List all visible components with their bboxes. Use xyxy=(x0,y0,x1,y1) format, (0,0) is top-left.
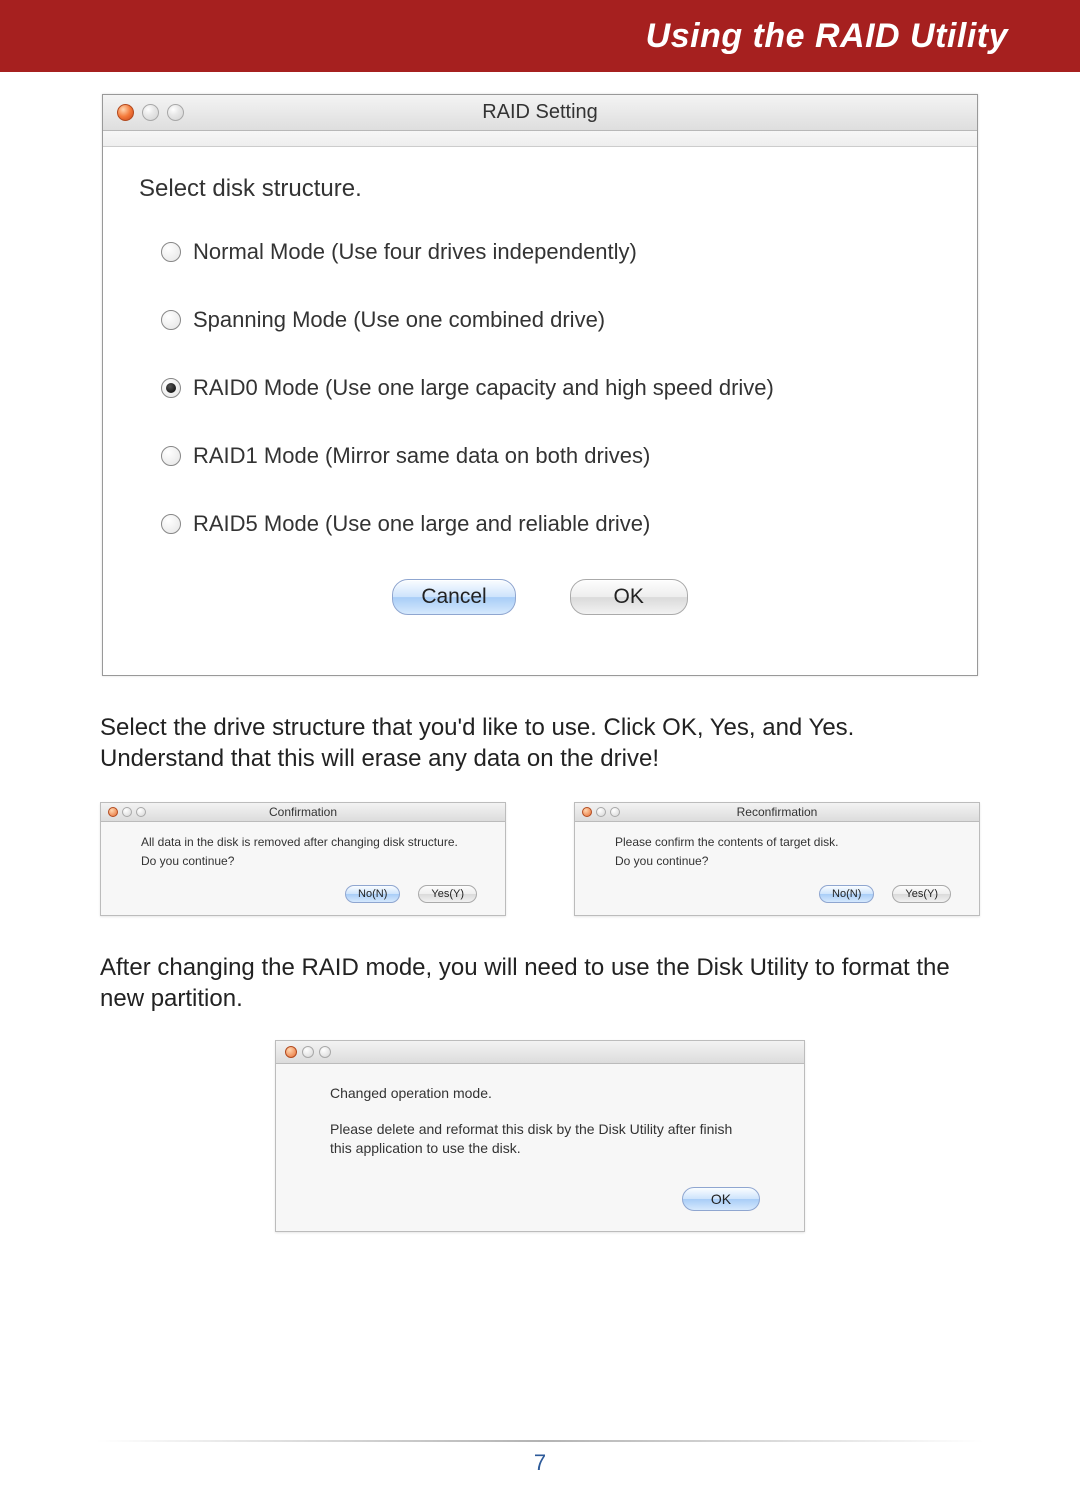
dialog-buttons: OK xyxy=(276,1169,804,1231)
radio-icon[interactable] xyxy=(161,242,181,262)
yes-button[interactable]: Yes(Y) xyxy=(892,885,951,903)
dialog-title: Confirmation xyxy=(101,805,505,819)
final-dialog-wrap: Changed operation mode. Please delete an… xyxy=(0,1040,1080,1232)
traffic-lights xyxy=(285,1046,331,1058)
option-raid1-mode[interactable]: RAID1 Mode (Mirror same data on both dri… xyxy=(161,443,941,469)
option-spanning-mode[interactable]: Spanning Mode (Use one combined drive) xyxy=(161,307,941,333)
minimize-icon[interactable] xyxy=(302,1046,314,1058)
option-label: RAID5 Mode (Use one large and reliable d… xyxy=(193,511,650,537)
option-label: Spanning Mode (Use one combined drive) xyxy=(193,307,605,333)
radio-icon[interactable] xyxy=(161,446,181,466)
dialog-text: Please confirm the contents of target di… xyxy=(615,834,955,850)
page-header: Using the RAID Utility xyxy=(0,0,1080,72)
raid-setting-window: RAID Setting Select disk structure. Norm… xyxy=(102,94,978,676)
dialog-body: Changed operation mode. Please delete an… xyxy=(276,1064,804,1169)
option-label: RAID0 Mode (Use one large capacity and h… xyxy=(193,375,774,401)
close-icon[interactable] xyxy=(285,1046,297,1058)
yes-button[interactable]: Yes(Y) xyxy=(418,885,477,903)
instruction-paragraph-2: After changing the RAID mode, you will n… xyxy=(100,952,980,1014)
dialog-buttons: No(N) Yes(Y) xyxy=(575,881,979,915)
dialog-row: Confirmation All data in the disk is rem… xyxy=(100,802,980,915)
option-raid0-mode[interactable]: RAID0 Mode (Use one large capacity and h… xyxy=(161,375,941,401)
dialog-body: All data in the disk is removed after ch… xyxy=(101,822,505,880)
option-raid5-mode[interactable]: RAID5 Mode (Use one large and reliable d… xyxy=(161,511,941,537)
ok-button[interactable]: OK xyxy=(682,1187,760,1211)
dialog-titlebar: Confirmation xyxy=(101,803,505,822)
option-label: Normal Mode (Use four drives independent… xyxy=(193,239,637,265)
radio-icon[interactable] xyxy=(161,378,181,398)
dialog-buttons: No(N) Yes(Y) xyxy=(101,881,505,915)
radio-icon[interactable] xyxy=(161,514,181,534)
toolbar-divider xyxy=(103,131,977,147)
cancel-button[interactable]: Cancel xyxy=(392,579,515,615)
confirmation-dialog: Confirmation All data in the disk is rem… xyxy=(100,802,506,915)
dialog-question: Do you continue? xyxy=(615,853,955,869)
dialog-titlebar xyxy=(276,1041,804,1064)
dialog-question: Do you continue? xyxy=(141,853,481,869)
option-normal-mode[interactable]: Normal Mode (Use four drives independent… xyxy=(161,239,941,265)
dialog-text: All data in the disk is removed after ch… xyxy=(141,834,481,850)
button-row: Cancel OK xyxy=(139,579,941,615)
reconfirmation-dialog: Reconfirmation Please confirm the conten… xyxy=(574,802,980,915)
no-button[interactable]: No(N) xyxy=(819,885,874,903)
zoom-icon[interactable] xyxy=(319,1046,331,1058)
window-body: Select disk structure. Normal Mode (Use … xyxy=(103,147,977,675)
completion-dialog: Changed operation mode. Please delete an… xyxy=(275,1040,805,1232)
dialog-titlebar: Reconfirmation xyxy=(575,803,979,822)
radio-icon[interactable] xyxy=(161,310,181,330)
dialog-title: Reconfirmation xyxy=(575,805,979,819)
ok-button[interactable]: OK xyxy=(570,579,688,615)
window-titlebar: RAID Setting xyxy=(103,95,977,131)
dialog-text-1: Changed operation mode. xyxy=(330,1084,750,1104)
option-label: RAID1 Mode (Mirror same data on both dri… xyxy=(193,443,650,469)
instruction-paragraph-1: Select the drive structure that you'd li… xyxy=(100,712,980,774)
dialog-text-2: Please delete and reformat this disk by … xyxy=(330,1120,750,1159)
instruction-label: Select disk structure. xyxy=(139,175,941,203)
disk-structure-options: Normal Mode (Use four drives independent… xyxy=(139,239,941,537)
page-title: Using the RAID Utility xyxy=(646,17,1008,56)
dialog-body: Please confirm the contents of target di… xyxy=(575,822,979,880)
page-number: 7 xyxy=(0,1450,1080,1476)
window-title: RAID Setting xyxy=(103,101,977,124)
no-button[interactable]: No(N) xyxy=(345,885,400,903)
footer-divider xyxy=(96,1440,984,1442)
